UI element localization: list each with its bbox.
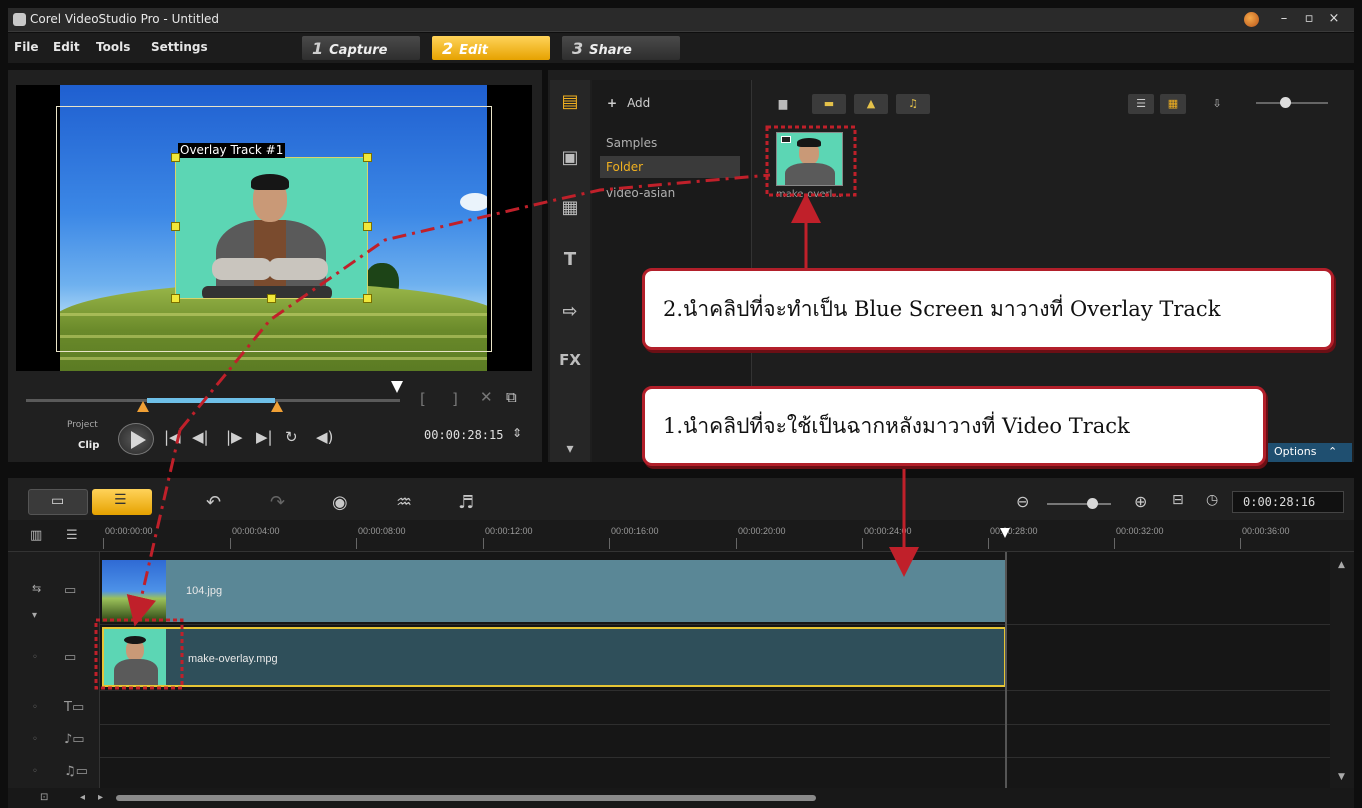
callout-step-2: 2.นำคลิปที่จะทำเป็น Blue Screen มาวางที่… — [642, 268, 1334, 350]
callout-step-1: 1.นำคลิปที่จะใช้เป็นฉากหลังมาวางที่ Vide… — [642, 386, 1266, 466]
overlay-clip-highlight-box — [94, 618, 184, 690]
callout-step-1-text: 1.นำคลิปที่จะใช้เป็นฉากหลังมาวางที่ Vide… — [663, 413, 1130, 438]
thumbnail-highlight-box — [765, 125, 857, 197]
callout-step-2-text: 2.นำคลิปที่จะทำเป็น Blue Screen มาวางที่… — [663, 296, 1221, 321]
drag-arrow — [126, 429, 182, 627]
